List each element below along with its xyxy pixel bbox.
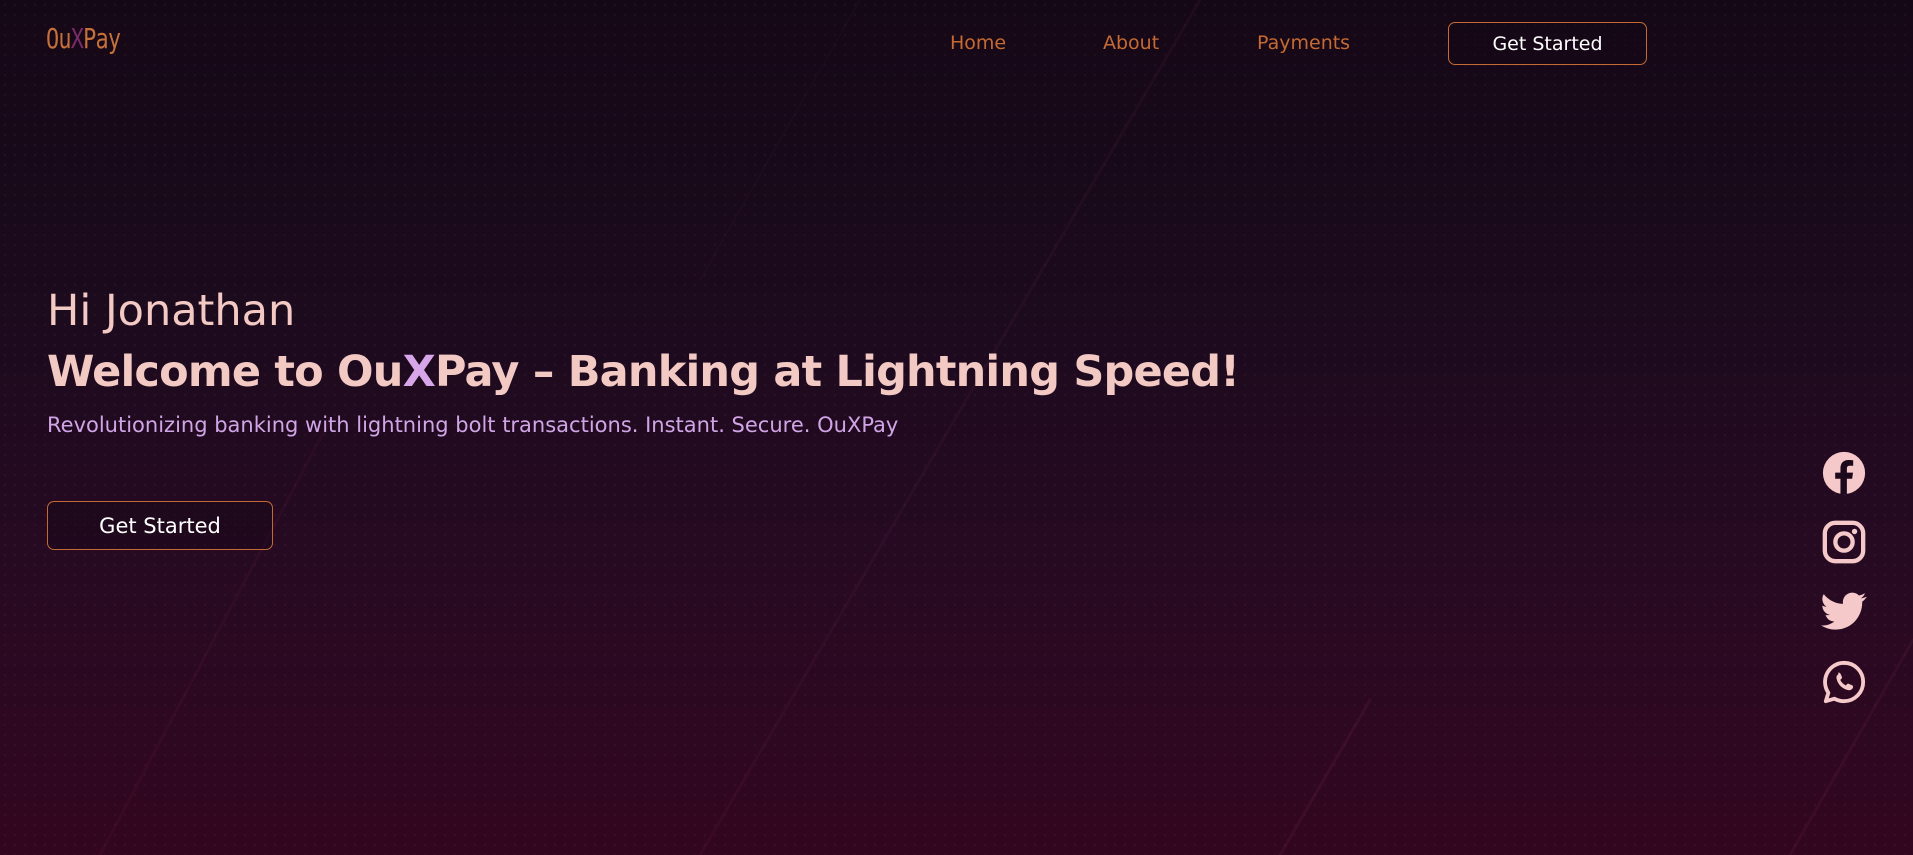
hero-get-started-button[interactable]: Get Started bbox=[47, 501, 273, 550]
nav-get-started-button[interactable]: Get Started bbox=[1448, 22, 1647, 65]
logo-text-pay: Pay bbox=[83, 22, 121, 55]
whatsapp-link[interactable] bbox=[1821, 659, 1867, 705]
nav-link-about[interactable]: About bbox=[1103, 32, 1159, 54]
nav-link-payments[interactable]: Payments bbox=[1257, 32, 1350, 54]
hero-greeting: Hi Jonathan bbox=[47, 286, 296, 336]
twitter-link[interactable] bbox=[1821, 588, 1867, 634]
instagram-icon bbox=[1822, 520, 1866, 564]
headline-text-start: Welcome to Ou bbox=[47, 347, 403, 397]
facebook-link[interactable] bbox=[1821, 450, 1867, 496]
brand-logo[interactable]: OuXPay bbox=[46, 22, 121, 55]
whatsapp-icon bbox=[1823, 660, 1866, 704]
logo-text-ou: Ou bbox=[46, 22, 72, 55]
headline-text-x: X bbox=[402, 347, 436, 397]
hero-headline: Welcome to OuXPay – Banking at Lightning… bbox=[47, 347, 1240, 397]
headline-text-end: Pay – Banking at Lightning Speed! bbox=[434, 347, 1240, 397]
facebook-icon bbox=[1822, 451, 1866, 495]
instagram-link[interactable] bbox=[1821, 519, 1867, 565]
logo-text-x: X bbox=[70, 22, 84, 55]
hero-tagline: Revolutionizing banking with lightning b… bbox=[47, 413, 899, 437]
nav-link-home[interactable]: Home bbox=[950, 32, 1006, 54]
twitter-icon bbox=[1821, 592, 1867, 630]
